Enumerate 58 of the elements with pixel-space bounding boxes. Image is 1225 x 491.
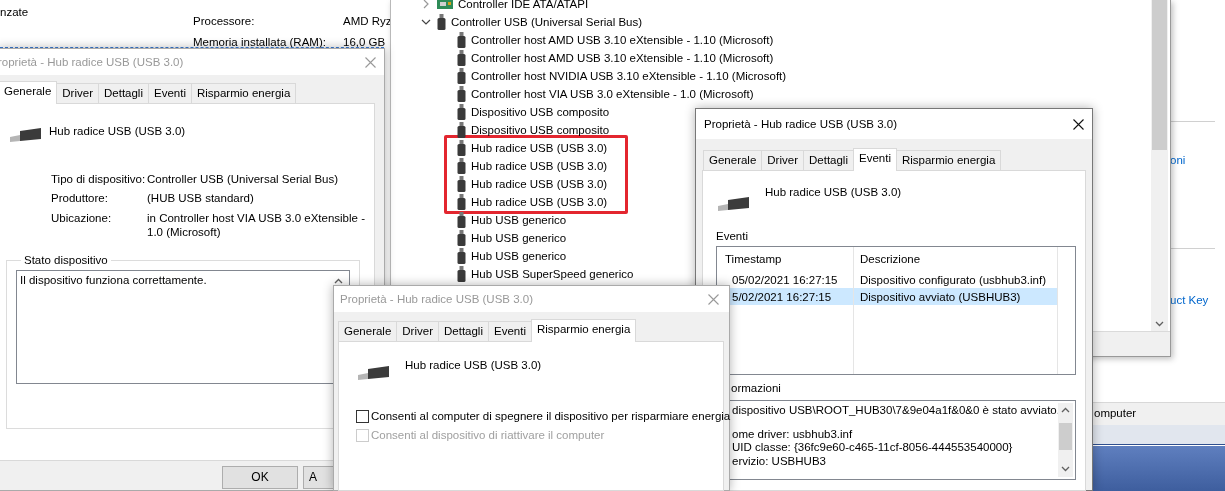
tree-item[interactable]: Controller host AMD USB 3.10 eXtensible - 1.10 (Microsoft) <box>471 32 774 48</box>
property-label: Tipo di dispositivo: <box>51 172 147 187</box>
info-text: ervizio: USBHUB3 <box>732 455 826 468</box>
tree-item[interactable]: Controller USB (Universal Serial Bus) <box>451 14 643 30</box>
tab[interactable]: Generale <box>338 321 398 341</box>
spec-value: 16,0 GB <box>343 35 386 50</box>
tree-item[interactable]: Hub radice USB (USB 3.0) <box>471 140 608 156</box>
device-name: Hub radice USB (USB 3.0) <box>765 185 902 200</box>
tree-item[interactable]: Controller host NVIDIA USB 3.10 eXtensible - 1.10 (Microsoft) <box>471 68 787 84</box>
device-name: Hub radice USB (USB 3.0) <box>49 124 186 139</box>
tree-item[interactable]: Controller IDE ATA/ATAPI <box>458 0 589 12</box>
checkbox-label: Consenti al computer di spegnere il dispositivo per risparmiare energia <box>371 409 731 424</box>
tree-item[interactable]: Controller host VIA USB 3.0 eXtensible - 1.0 (Microsoft) <box>471 86 754 102</box>
info-text: UID classe: {36fc9e60-c465-11cf-8056-444553540000} <box>732 440 1013 454</box>
tree-item[interactable]: Hub USB generico <box>471 212 567 228</box>
property-value: Controller USB (Universal Serial Bus) <box>147 172 340 187</box>
spec-value: AMD Ryz <box>343 14 392 29</box>
heading-text: nzate <box>0 5 29 20</box>
tab[interactable]: Risparmio energia <box>190 83 297 103</box>
cancel-button[interactable]: A <box>303 466 335 489</box>
device-name: Hub radice USB (USB 3.0) <box>405 358 542 373</box>
tab[interactable]: Risparmio energia <box>895 150 1002 170</box>
tree-item[interactable]: Controller host AMD USB 3.10 eXtensible - 1.10 (Microsoft) <box>471 50 774 66</box>
tab[interactable]: Generale <box>703 150 763 170</box>
tree-item[interactable]: Hub radice USB (USB 3.0) <box>471 194 608 210</box>
window-title: Proprietà - Hub radice USB (USB 3.0) <box>340 291 534 307</box>
spec-label: Memoria installata (RAM): <box>193 35 326 50</box>
property-value: (HUB USB standard) <box>147 191 255 206</box>
tree-item[interactable]: Dispositivo USB composito <box>471 104 610 120</box>
status-text: omputer <box>1094 407 1137 419</box>
tree-item[interactable]: Dispositivo USB composito <box>471 122 610 138</box>
status-text: Il dispositivo funziona correttamente. <box>20 273 207 286</box>
tree-item[interactable]: Hub USB SuperSpeed generico <box>471 266 634 282</box>
table-cell[interactable]: 05/02/2021 16:27:15 <box>717 272 853 288</box>
tab[interactable]: Risparmio energia <box>530 319 637 342</box>
info-text: ome driver: usbhub3.inf <box>732 428 853 441</box>
section-label: Eventi <box>716 229 748 244</box>
property-label: Ubicazione: <box>51 210 113 226</box>
property-label: Produttore: <box>51 191 109 206</box>
column-header[interactable]: Descrizione <box>853 252 1057 267</box>
spec-label: Processore: <box>193 14 255 29</box>
tab[interactable]: Eventi <box>853 148 897 171</box>
tree-item[interactable]: Hub USB generico <box>471 230 567 246</box>
checkbox-label: Consenti al dispositivo di riattivare il computer <box>371 428 605 443</box>
info-text: dispositivo USB\ROOT_HUB30\7&9e04a1f&0&0 è stato avviato. <box>732 403 1060 417</box>
settings-link[interactable]: uct Key <box>1170 293 1209 308</box>
tab[interactable]: Generale <box>0 81 58 104</box>
tree-item[interactable]: Hub radice USB (USB 3.0) <box>471 158 608 174</box>
ok-button[interactable]: OK <box>222 466 298 489</box>
section-label: ormazioni <box>731 381 781 396</box>
table-cell[interactable]: Dispositivo avviato (USBHUB3) <box>853 288 1057 306</box>
tree-item[interactable]: Hub USB generico <box>471 248 567 264</box>
settings-link[interactable]: oni <box>1170 153 1186 168</box>
table-cell[interactable]: Dispositivo configurato (usbhub3.inf) <box>853 272 1057 288</box>
tree-item[interactable]: Hub radice USB (USB 3.0) <box>471 176 608 192</box>
column-header[interactable]: Timestamp <box>717 252 853 267</box>
window-title: Proprietà - Hub radice USB (USB 3.0) <box>704 116 898 132</box>
property-value: in Controller host VIA USB 3.0 eXtensible - 1.0 (Microsoft) <box>147 210 366 240</box>
